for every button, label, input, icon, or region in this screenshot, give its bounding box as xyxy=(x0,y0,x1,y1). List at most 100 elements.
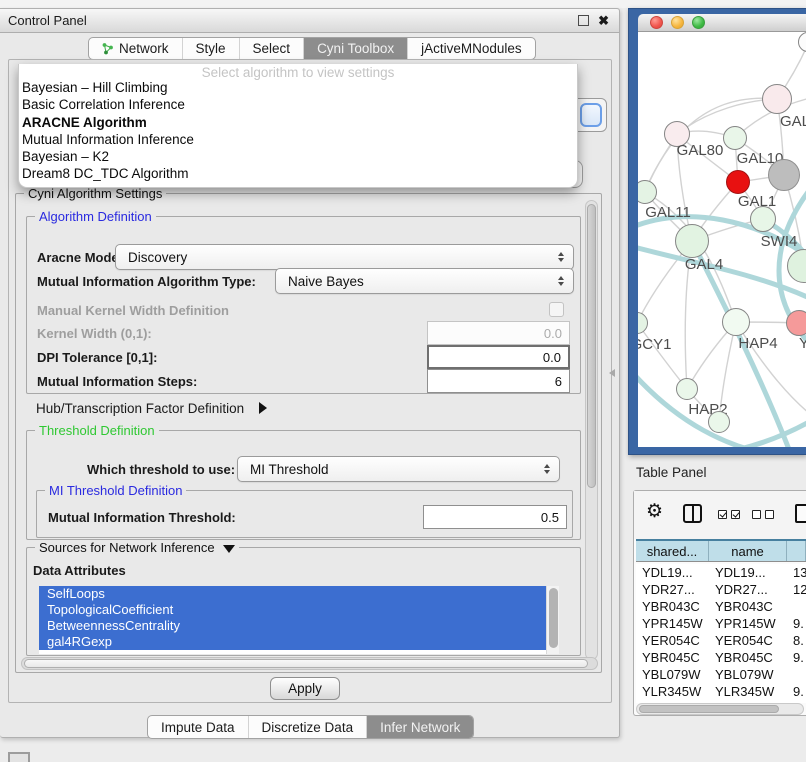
minimize-traffic-light-icon[interactable] xyxy=(671,16,684,29)
expand-arrow-icon[interactable] xyxy=(259,402,267,414)
scrollbar-thumb[interactable] xyxy=(549,588,558,648)
network-node-hap2[interactable] xyxy=(676,378,698,400)
network-node-label: GAL4 xyxy=(685,256,723,273)
algorithm-option-aracne-algorithm[interactable]: ARACNE Algorithm xyxy=(19,114,577,131)
algorithm-dropdown: Select algorithm to view settings Bayesi… xyxy=(18,64,578,188)
network-node-gal1[interactable] xyxy=(726,170,750,194)
which-threshold-combo[interactable]: MI Threshold xyxy=(237,456,560,482)
table-cell: YDR27... xyxy=(709,582,787,597)
table-cell: YBR043C xyxy=(636,599,709,614)
bottom-tab-bar: Impute DataDiscretize DataInfer Network xyxy=(147,715,474,739)
mi-threshold-definition-group: MI Threshold Definition Mutual Informati… xyxy=(36,490,573,538)
kernel-width-field[interactable] xyxy=(427,321,570,345)
network-node-label: GAL80 xyxy=(677,142,724,159)
algorithm-option-dream8-dc-tdc-algorithm[interactable]: Dream8 DC_TDC Algorithm xyxy=(19,165,577,182)
hub-definition-label: Hub/Transcription Factor Definition xyxy=(36,401,244,416)
select-all-columns-icon[interactable] xyxy=(718,510,740,519)
algorithm-option-bayesian-hill-climbing[interactable]: Bayesian – Hill Climbing xyxy=(19,79,577,96)
close-traffic-light-icon[interactable] xyxy=(650,16,663,29)
scrollbar-thumb[interactable] xyxy=(587,204,596,488)
network-node-hap4[interactable] xyxy=(722,308,750,336)
float-window-icon[interactable] xyxy=(578,15,589,26)
manual-kernel-width-checkbox[interactable] xyxy=(549,302,564,317)
mi-steps-field[interactable] xyxy=(427,369,570,393)
scrollbar-thumb[interactable] xyxy=(639,705,779,713)
network-node-unlabeled[interactable] xyxy=(708,411,730,433)
apply-button[interactable]: Apply xyxy=(270,677,340,700)
settings-horizontal-scrollbar[interactable] xyxy=(21,657,598,670)
algorithm-option-basic-correlation-inference[interactable]: Basic Correlation Inference xyxy=(19,96,577,113)
scrollbar-thumb[interactable] xyxy=(24,659,588,668)
mi-threshold-label: Mutual Information Threshold: xyxy=(48,510,236,525)
table-horizontal-scrollbar[interactable] xyxy=(636,703,804,715)
table-cell: YDL19... xyxy=(709,565,787,580)
table-row[interactable]: YBL079WYBL079W xyxy=(636,666,806,683)
table-row[interactable]: YDL19...YDL19...13 xyxy=(636,564,806,581)
panel-splitter-handle[interactable] xyxy=(609,369,615,377)
export-table-icon[interactable] xyxy=(795,504,806,523)
table-row[interactable]: YDR27...YDR27...12 xyxy=(636,581,806,598)
network-node-gal10[interactable] xyxy=(723,126,747,150)
gear-icon[interactable]: ⚙ xyxy=(646,502,663,521)
dpi-tolerance-label: DPI Tolerance [0,1]: xyxy=(37,350,157,365)
table-row[interactable]: YBR043CYBR043C xyxy=(636,598,806,615)
zoom-traffic-light-icon[interactable] xyxy=(692,16,705,29)
network-node-swi4[interactable] xyxy=(750,206,776,232)
dpi-tolerance-field[interactable] xyxy=(427,345,570,369)
manual-kernel-width-label: Manual Kernel Width Definition xyxy=(37,303,229,318)
mi-threshold-field[interactable] xyxy=(423,505,567,529)
list-vertical-scrollbar[interactable] xyxy=(546,586,559,654)
hub-definition-section[interactable]: Hub/Transcription Factor Definition xyxy=(36,400,267,418)
settings-vertical-scrollbar[interactable] xyxy=(585,200,598,660)
tab-label: Style xyxy=(196,41,226,56)
attribute-item-gal4rgexp[interactable]: gal4RGexp xyxy=(39,634,546,650)
tab-cyni-toolbox[interactable]: Cyni Toolbox xyxy=(303,38,407,59)
column-header-name[interactable]: name xyxy=(709,541,787,561)
algorithm-option-bayesian-k2[interactable]: Bayesian – K2 xyxy=(19,148,577,165)
control-panel-titlebar[interactable]: Control Panel ✖ xyxy=(0,9,619,33)
network-node-y[interactable] xyxy=(786,310,806,336)
table-cell: YDR27... xyxy=(636,582,709,597)
tab-style[interactable]: Style xyxy=(182,38,239,59)
deselect-all-columns-icon[interactable] xyxy=(752,510,774,519)
table-row[interactable]: YLR345WYLR345W9. xyxy=(636,683,806,700)
tab-discretize-data[interactable]: Discretize Data xyxy=(248,716,367,738)
tab-network[interactable]: Network xyxy=(89,38,182,59)
mi-algorithm-type-combo[interactable]: Naive Bayes xyxy=(275,268,574,294)
algorithm-option-mutual-information-inference[interactable]: Mutual Information Inference xyxy=(19,131,577,148)
network-node-gal4[interactable] xyxy=(675,224,709,258)
network-node-label: GAL xyxy=(780,113,806,130)
table-cell: YDL19... xyxy=(636,565,709,580)
tab-jactivemnodules[interactable]: jActiveMNodules xyxy=(407,38,535,59)
aracne-mode-combo[interactable]: Discovery xyxy=(115,244,574,270)
collapse-arrow-icon[interactable] xyxy=(223,545,235,553)
attribute-item-betweennesscentrality[interactable]: BetweennessCentrality xyxy=(39,618,546,634)
attribute-item-topologicalcoefficient[interactable]: TopologicalCoefficient xyxy=(39,602,546,618)
tab-infer-network[interactable]: Infer Network xyxy=(366,716,473,738)
aracne-mode-value: Discovery xyxy=(128,250,187,265)
column-header-3[interactable] xyxy=(787,541,806,561)
minimized-panel-icon[interactable] xyxy=(8,752,30,762)
window-controls: ✖ xyxy=(578,14,609,27)
combo-focus-spinner-icon xyxy=(580,103,602,127)
close-window-icon[interactable]: ✖ xyxy=(598,14,609,27)
control-panel-tab-bar: Network Style SelectCyni ToolboxjActiveMNo… xyxy=(88,37,536,60)
network-window-titlebar[interactable] xyxy=(638,14,806,32)
tab-select[interactable]: Select xyxy=(239,38,304,59)
network-node-gal[interactable] xyxy=(762,84,792,114)
table-row[interactable]: YBR045CYBR045C9. xyxy=(636,649,806,666)
combo-arrows-icon xyxy=(558,252,564,262)
table-cell: YPR145W xyxy=(636,616,709,631)
attribute-item-selfloops[interactable]: SelfLoops xyxy=(39,586,546,602)
table-row[interactable]: YPR145WYPR145W9. xyxy=(636,615,806,632)
table-row[interactable]: YER054CYER054C8. xyxy=(636,632,806,649)
algorithm-definition-group: Algorithm Definition Aracne Mode: Discov… xyxy=(26,216,581,394)
network-canvas[interactable]: GALGAL80GAL10GAL1GAL11SWI4GAL4GCY1HAP4YH… xyxy=(638,32,806,447)
sources-title-text: Sources for Network Inference xyxy=(39,540,215,555)
data-attributes-list[interactable]: SelfLoopsTopologicalCoefficientBetweenne… xyxy=(39,586,559,654)
column-header-shared[interactable]: shared... xyxy=(636,541,709,561)
tab-impute-data[interactable]: Impute Data xyxy=(148,716,248,738)
columns-icon[interactable] xyxy=(683,504,702,523)
network-node-unlabeled[interactable] xyxy=(768,159,800,191)
mi-algorithm-type-value: Naive Bayes xyxy=(288,274,364,289)
